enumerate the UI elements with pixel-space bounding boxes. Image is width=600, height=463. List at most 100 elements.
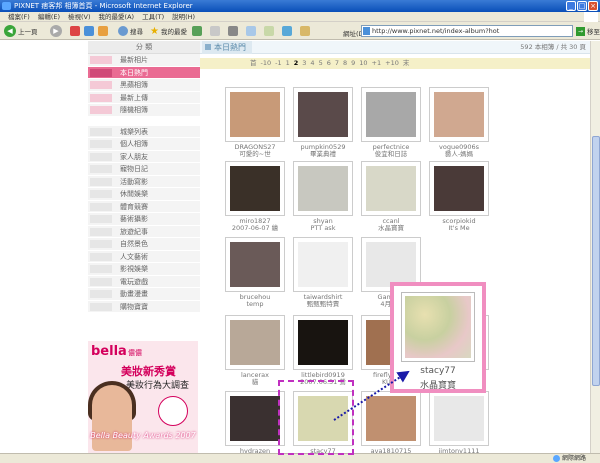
- page-link[interactable]: 4: [310, 58, 314, 69]
- back-button[interactable]: ◀ 上一頁: [4, 25, 38, 37]
- sidebar-mark: [90, 93, 112, 102]
- highlight-callout[interactable]: stacy77 水晶寶寶: [390, 282, 486, 393]
- search-button[interactable]: 搜尋: [118, 25, 143, 37]
- album-thumbnail[interactable]: [225, 87, 285, 142]
- history-button[interactable]: [192, 25, 202, 37]
- album-thumbnail[interactable]: [225, 315, 285, 370]
- album-thumbnail[interactable]: [293, 315, 353, 370]
- sidebar-mark: [90, 290, 112, 298]
- sidebar-item-category[interactable]: 藝術攝影: [88, 213, 200, 226]
- sidebar-mark: [90, 252, 112, 261]
- page-link[interactable]: +1: [372, 58, 382, 69]
- album-photo: [366, 166, 416, 211]
- page-link[interactable]: 1: [286, 58, 290, 69]
- album-photo: [434, 396, 484, 441]
- discuss-button[interactable]: [264, 25, 274, 37]
- forward-arrow-icon: ▶: [50, 25, 62, 37]
- menu-help[interactable]: 說明(H): [172, 12, 195, 21]
- album-thumbnail[interactable]: [225, 161, 285, 216]
- print-button[interactable]: [228, 25, 238, 37]
- album-thumbnail[interactable]: [225, 391, 285, 446]
- sidebar-mark: [90, 265, 112, 273]
- sidebar-item-category[interactable]: 休閒娛樂: [88, 188, 200, 201]
- sidebar-item-category[interactable]: 動畫漫畫: [88, 288, 200, 301]
- sidebar-item-category[interactable]: 城樂列表: [88, 125, 200, 138]
- sidebar-item-label: 最新上傳: [120, 93, 148, 102]
- address-bar[interactable]: http://www.pixnet.net/index-album?hot: [361, 25, 573, 37]
- sidebar-item-category[interactable]: 自然景色: [88, 238, 200, 251]
- menu-view[interactable]: 檢視(V): [68, 12, 91, 21]
- menu-edit[interactable]: 編輯(E): [38, 12, 60, 21]
- menu-favorites[interactable]: 我的最愛(A): [99, 12, 135, 21]
- album-photo: [298, 320, 348, 365]
- page-link[interactable]: 10: [359, 58, 367, 69]
- sidebar-mark: [90, 190, 112, 198]
- album-thumbnail[interactable]: [293, 161, 353, 216]
- maximize-button[interactable]: □: [577, 1, 587, 11]
- album-title[interactable]: 藝人-媽媽: [419, 151, 499, 158]
- sidebar-item-category[interactable]: 購物寶寶: [88, 300, 200, 313]
- page-link[interactable]: -1: [275, 58, 281, 69]
- sidebar-item-new-upload[interactable]: 最新上傳: [88, 91, 200, 104]
- album-photo: [366, 92, 416, 137]
- page-link[interactable]: -10: [261, 58, 272, 69]
- edit-button[interactable]: [246, 25, 256, 37]
- page-link[interactable]: 5: [319, 58, 323, 69]
- minimize-button[interactable]: _: [566, 1, 576, 11]
- highlight-name: stacy77: [420, 366, 456, 376]
- page-link[interactable]: 6: [327, 58, 331, 69]
- sidebar-item-hot-today[interactable]: 本日熱門: [88, 66, 200, 79]
- album-title[interactable]: It's Me: [419, 225, 499, 232]
- go-button[interactable]: → 移至: [576, 26, 600, 36]
- sidebar-item-category[interactable]: 影視娛樂: [88, 263, 200, 276]
- page-link[interactable]: 9: [351, 58, 355, 69]
- scrollbar-thumb[interactable]: [592, 136, 600, 386]
- sidebar-item-category[interactable]: 人文藝術: [88, 250, 200, 263]
- vertical-scrollbar[interactable]: [590, 41, 600, 453]
- menu-file[interactable]: 檔案(F): [8, 12, 30, 21]
- pagination: 首 -10 -1 1 2 3 4 5 6 7 8 9 10 +1 +10 末: [200, 58, 590, 69]
- forward-button[interactable]: ▶: [50, 25, 62, 37]
- home-button[interactable]: [98, 25, 108, 37]
- album-thumbnail[interactable]: [361, 161, 421, 216]
- album-thumbnail[interactable]: [361, 391, 421, 446]
- favorites-button[interactable]: ★ 我的最愛: [150, 25, 187, 37]
- sidebar-item-category[interactable]: 家人朋友: [88, 150, 200, 163]
- page-current: 2: [293, 59, 299, 67]
- sidebar-item-label: 隨機相簿: [120, 106, 148, 114]
- mail-button[interactable]: [210, 25, 220, 37]
- close-button[interactable]: ×: [588, 1, 598, 11]
- sidebar-item-label: 電玩遊戲: [120, 277, 148, 286]
- album-thumbnail[interactable]: [429, 87, 489, 142]
- page-link[interactable]: 3: [302, 58, 306, 69]
- sidebar-item-category[interactable]: 體育競賽: [88, 200, 200, 213]
- sidebar-item-random[interactable]: 隨機相簿: [88, 104, 200, 117]
- research-button[interactable]: [300, 25, 310, 37]
- sidebar-item-category[interactable]: 寵物日記: [88, 163, 200, 176]
- page-link[interactable]: 7: [335, 58, 339, 69]
- tab-hot-today[interactable]: 本日熱門: [202, 41, 252, 54]
- page-link[interactable]: 首: [250, 58, 257, 69]
- album-thumbnail[interactable]: [225, 237, 285, 292]
- refresh-button[interactable]: [84, 25, 94, 37]
- album-thumbnail[interactable]: [361, 87, 421, 142]
- page-link[interactable]: +10: [385, 58, 399, 69]
- page-link[interactable]: 8: [343, 58, 347, 69]
- album-thumbnail[interactable]: [293, 87, 353, 142]
- messenger-button[interactable]: [282, 25, 292, 37]
- sidebar-item-latest[interactable]: 最新相片: [88, 54, 200, 67]
- sidebar-item-category[interactable]: 活動寫影: [88, 175, 200, 188]
- album-thumbnail[interactable]: [429, 161, 489, 216]
- album-thumbnail[interactable]: [429, 391, 489, 446]
- sidebar-item-category[interactable]: 電玩遊戲: [88, 275, 200, 288]
- page-link[interactable]: 末: [403, 58, 410, 69]
- album-thumbnail[interactable]: [293, 237, 353, 292]
- sidebar-header: 分 類: [88, 41, 200, 54]
- bella-advertisement[interactable]: bella 儂儂 美妝新秀賞 美妝行為大調查 Bella Beauty Awar…: [88, 341, 198, 453]
- stop-button[interactable]: [70, 25, 80, 37]
- menu-tools[interactable]: 工具(T): [142, 12, 164, 21]
- sidebar-item-featured[interactable]: 黑蘋相簿: [88, 79, 200, 92]
- sidebar-item-category[interactable]: 個人相簿: [88, 138, 200, 151]
- sidebar-item-category[interactable]: 旅遊紀事: [88, 225, 200, 238]
- page-icon: [363, 27, 370, 35]
